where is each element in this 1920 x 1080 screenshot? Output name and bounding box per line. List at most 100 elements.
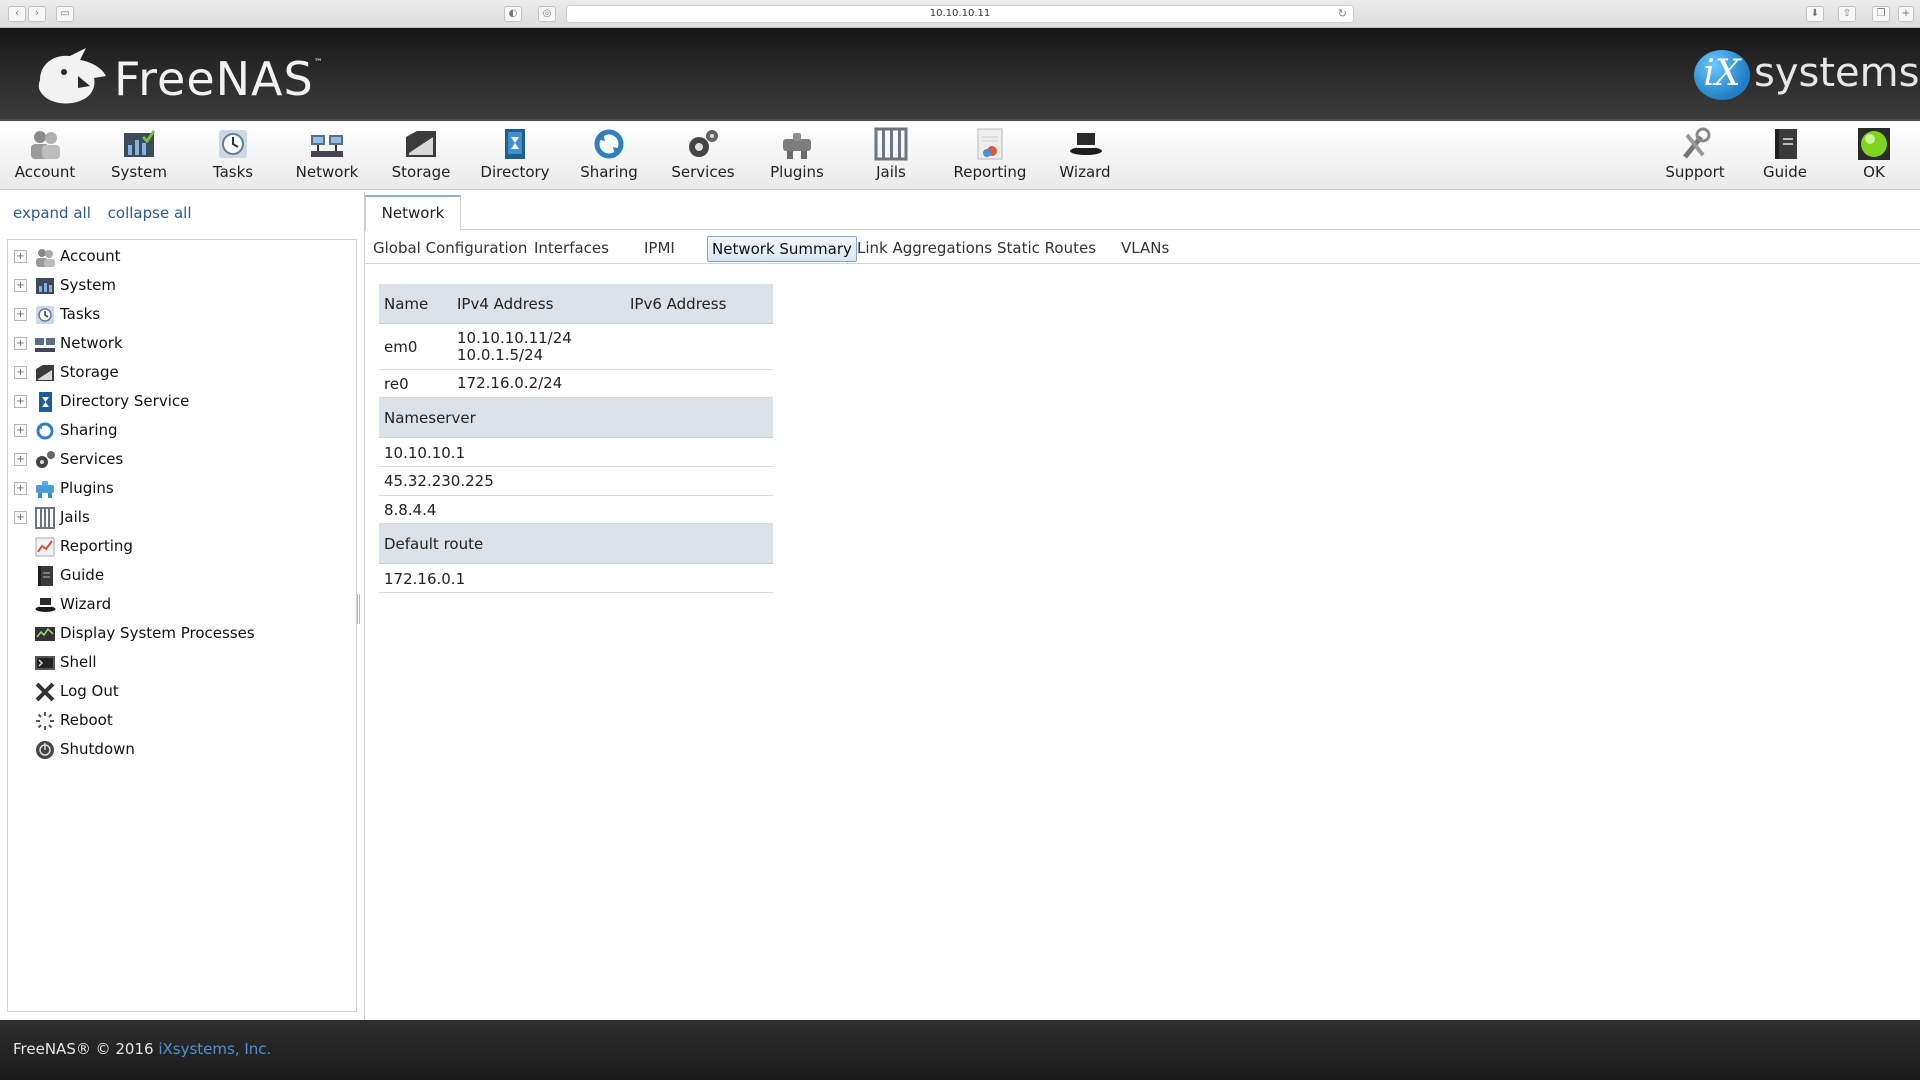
tree-item-display-system-processes[interactable]: Display System Processes <box>8 622 348 646</box>
share-icon[interactable]: ⇧ <box>1838 6 1856 22</box>
toolbar-network-button[interactable]: Network <box>282 127 372 187</box>
reload-icon[interactable]: ↻ <box>1338 6 1347 22</box>
toolbar-directory-button[interactable]: Directory <box>470 127 560 187</box>
tab-network[interactable]: Network <box>365 195 461 231</box>
interfaces-header-row: Name IPv4 Address IPv6 Address <box>379 284 773 324</box>
subtab-static-routes[interactable]: Static Routes <box>993 236 1100 262</box>
sidebar-toggle-icon[interactable]: ▭ <box>56 6 74 22</box>
tree-item-log-out[interactable]: Log Out <box>8 680 348 704</box>
directory-icon <box>39 392 52 412</box>
expand-icon[interactable]: + <box>14 482 27 495</box>
tree-item-guide[interactable]: Guide <box>8 564 348 588</box>
reboot-spinner-icon <box>36 712 54 730</box>
expand-icon[interactable]: + <box>14 337 27 350</box>
expand-icon[interactable]: + <box>14 453 27 466</box>
collapse-all-link[interactable]: collapse all <box>108 204 192 222</box>
users-icon <box>36 249 55 267</box>
tree-item-directory-service[interactable]: + Directory Service <box>8 390 348 414</box>
expand-icon[interactable]: + <box>14 250 27 263</box>
tree-item-system[interactable]: + System <box>8 274 348 298</box>
tree-item-sharing[interactable]: + Sharing <box>8 419 348 443</box>
nameserver-value: 45.32.230.225 <box>384 472 494 490</box>
directory-icon <box>505 129 525 159</box>
tree-item-jails[interactable]: + Jails <box>8 506 348 530</box>
browser-toolbar: ‹ › ▭ ◐ ◎ 10.10.10.11 ↻ ⬇ ⇧ ❐ + <box>0 0 1920 28</box>
reader-icon[interactable]: ◎ <box>538 6 556 22</box>
tree-item-tasks[interactable]: + Tasks <box>8 303 348 327</box>
ixsystems-link[interactable]: iXsystems, Inc. <box>158 1040 271 1058</box>
sidebar-splitter-handle[interactable] <box>357 594 360 624</box>
guide-book-icon <box>38 566 53 586</box>
tabs-overview-icon[interactable]: ❐ <box>1872 6 1890 22</box>
tree-item-account[interactable]: + Account <box>8 245 348 269</box>
subtab-network-summary[interactable]: Network Summary <box>707 236 857 262</box>
privacy-icon[interactable]: ◐ <box>504 6 522 22</box>
interface-name: re0 <box>384 375 409 393</box>
system-icon <box>36 278 54 294</box>
jails-icon <box>35 507 55 529</box>
expand-all-link[interactable]: expand all <box>13 204 91 222</box>
tree-item-wizard[interactable]: Wizard <box>8 593 348 617</box>
tree-item-reboot[interactable]: Reboot <box>8 709 348 733</box>
subtab-link-aggregations[interactable]: Link Aggregations <box>853 236 996 262</box>
tree-item-plugins[interactable]: + Plugins <box>8 477 348 501</box>
tree-item-services[interactable]: + Services <box>8 448 348 472</box>
toolbar-plugins-button[interactable]: Plugins <box>752 127 842 187</box>
toolbar-storage-button[interactable]: Storage <box>376 127 466 187</box>
downloads-icon[interactable]: ⬇ <box>1806 6 1824 22</box>
support-tools-icon <box>1683 127 1711 159</box>
toolbar-system-button[interactable]: System <box>94 127 184 187</box>
ix-wordmark: systems <box>1754 50 1920 96</box>
table-row: 45.32.230.225 <box>379 467 773 496</box>
subtab-global-configuration[interactable]: Global Configuration <box>369 236 531 262</box>
toolbar-jails-button[interactable]: Jails <box>846 127 936 187</box>
column-header-name: Name <box>384 295 429 313</box>
tree-item-reporting[interactable]: Reporting <box>8 535 348 559</box>
plugins-icon <box>36 481 54 498</box>
tree-item-shell[interactable]: Shell <box>8 651 348 675</box>
expand-icon[interactable]: + <box>14 424 27 437</box>
toolbar-guide-button[interactable]: Guide <box>1740 127 1830 187</box>
tree-item-storage[interactable]: + Storage <box>8 361 348 385</box>
services-gear-icon <box>689 130 718 157</box>
users-icon <box>31 131 60 159</box>
subtab-interfaces[interactable]: Interfaces <box>530 236 613 262</box>
jails-icon <box>874 127 908 161</box>
ixsystems-logo: iX systems™ <box>1694 50 1920 100</box>
expand-icon[interactable]: + <box>14 366 27 379</box>
storage-icon <box>406 131 436 157</box>
tree-item-network[interactable]: + Network <box>8 332 348 356</box>
default-route-section-title: Default route <box>384 535 484 553</box>
expand-icon[interactable]: + <box>14 279 27 292</box>
table-row: em0 10.10.10.11/24 10.0.1.5/24 <box>379 324 773 370</box>
toolbar-wizard-button[interactable]: Wizard <box>1040 127 1130 187</box>
address-bar[interactable]: 10.10.10.11 ↻ <box>566 5 1354 23</box>
clock-icon <box>219 130 247 158</box>
copyright-text: FreeNAS® © 2016 iXsystems, Inc. <box>13 1040 272 1058</box>
status-ok-icon <box>1858 128 1890 160</box>
toolbar-support-button[interactable]: Support <box>1650 127 1740 187</box>
toolbar-alert-status-button[interactable]: OK <box>1829 127 1919 187</box>
expand-icon[interactable]: + <box>14 511 27 524</box>
tree-item-shutdown[interactable]: Shutdown <box>8 738 348 762</box>
expand-icon[interactable]: + <box>14 395 27 408</box>
plugins-icon <box>783 133 811 159</box>
subtab-vlans[interactable]: VLANs <box>1117 236 1173 262</box>
table-row: 10.10.10.1 <box>379 438 773 467</box>
toolbar-sharing-button[interactable]: Sharing <box>564 127 654 187</box>
app-footer: FreeNAS® © 2016 iXsystems, Inc. <box>0 1020 1920 1080</box>
subtab-ipmi[interactable]: IPMI <box>640 236 679 262</box>
toolbar-reporting-button[interactable]: Reporting <box>945 127 1035 187</box>
toolbar-services-button[interactable]: Services <box>658 127 748 187</box>
interface-ipv4: 10.0.1.5/24 <box>457 346 544 364</box>
content-area: Network Global Configuration Interfaces … <box>364 192 1920 1020</box>
freenas-shark-icon <box>38 48 106 104</box>
services-gear-icon <box>36 451 55 468</box>
forward-icon[interactable]: › <box>28 6 46 22</box>
new-tab-icon[interactable]: + <box>1898 6 1914 22</box>
guide-book-icon <box>1775 129 1797 159</box>
expand-icon[interactable]: + <box>14 308 27 321</box>
toolbar-tasks-button[interactable]: Tasks <box>188 127 278 187</box>
toolbar-account-button[interactable]: Account <box>0 127 90 187</box>
back-icon[interactable]: ‹ <box>8 6 26 22</box>
